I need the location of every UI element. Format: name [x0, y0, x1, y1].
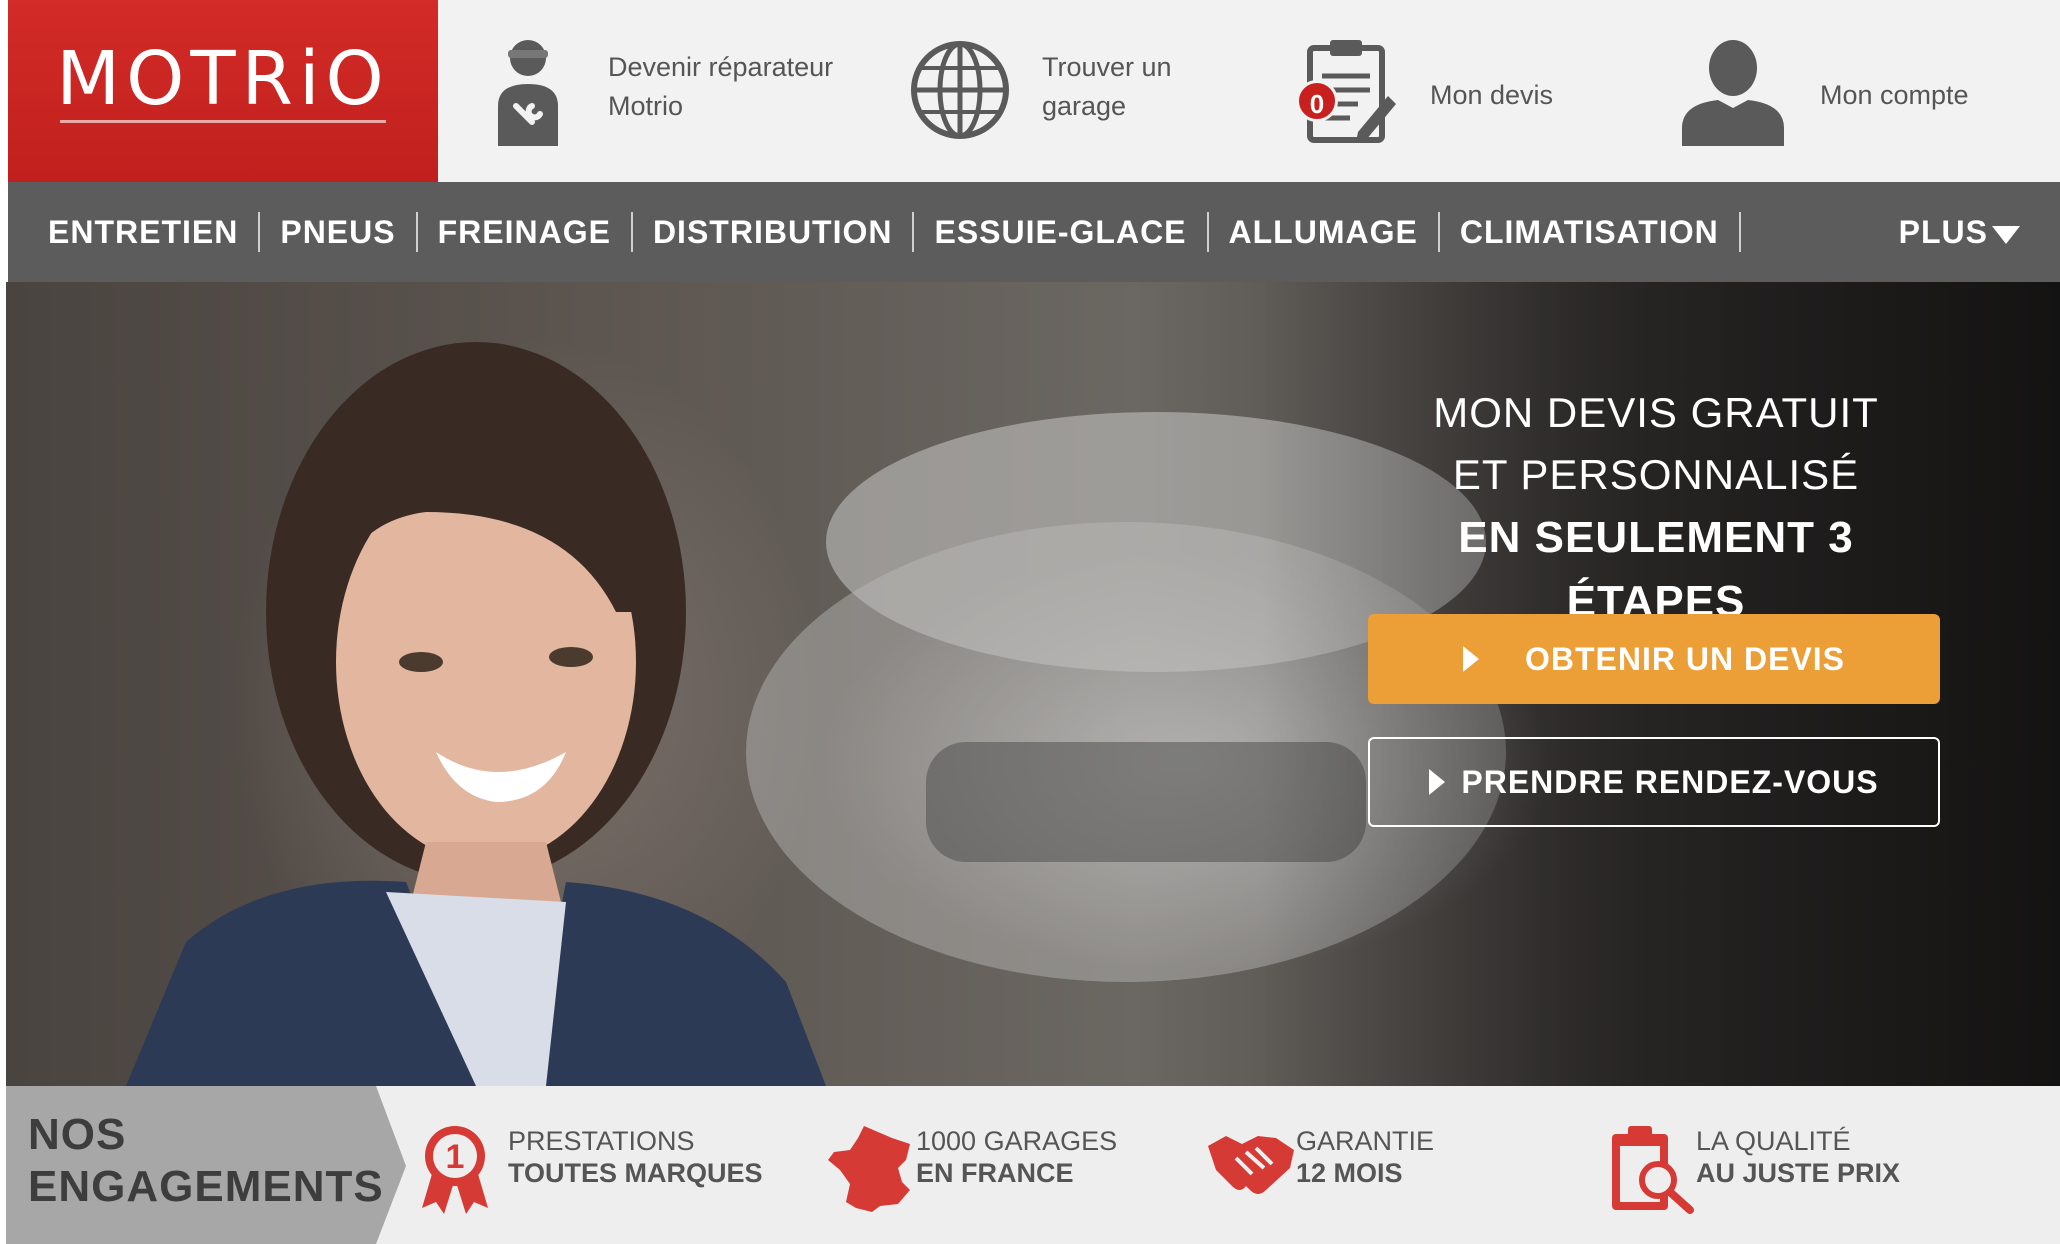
become-repairer-label: Devenir réparateur Motrio	[608, 52, 834, 121]
engagement-3-line-2: 12 MOIS	[1296, 1158, 1403, 1188]
award-ribbon-icon: 1	[418, 1124, 492, 1219]
hero-banner: MON DEVIS GRATUIT ET PERSONNALISÉ EN SEU…	[6, 282, 2060, 1086]
engagement-2-line-1: 1000 GARAGES	[916, 1126, 1118, 1156]
find-garage-label: Trouver un garage	[1042, 52, 1172, 121]
engagements-bar: NOS ENGAGEMENTS 1 PRESTATIONS TOUTES MAR…	[6, 1086, 2060, 1244]
engagement-all-brands: 1 PRESTATIONS TOUTES MARQUES	[418, 1086, 778, 1244]
nav-item-entretien[interactable]: ENTRETIEN	[28, 212, 261, 252]
hero-headline: MON DEVIS GRATUIT ET PERSONNALISÉ EN SEU…	[1366, 382, 1946, 634]
nav-item-pneus[interactable]: PNEUS	[260, 212, 418, 252]
engagements-title-line-1: NOS	[28, 1110, 127, 1159]
find-garage-link[interactable]: Trouver un garage	[908, 0, 1268, 182]
get-quote-button[interactable]: OBTENIR UN DEVIS	[1368, 614, 1940, 704]
hero-line-2: ET PERSONNALISÉ	[1452, 451, 1860, 498]
nav-item-essuie-glace[interactable]: ESSUIE-GLACE	[914, 212, 1209, 252]
nav-item-distribution[interactable]: DISTRIBUTION	[633, 212, 915, 252]
nav-item-climatisation[interactable]: CLIMATISATION	[1440, 212, 1741, 252]
book-appointment-label: PRENDRE RENDEZ-VOUS	[1461, 764, 1879, 800]
hero-line-1: MON DEVIS GRATUIT	[1433, 389, 1879, 436]
user-icon	[1678, 36, 1788, 146]
engagement-2-line-2: EN FRANCE	[916, 1158, 1074, 1188]
nav-more-dropdown[interactable]: PLUS	[1899, 212, 2020, 252]
clipboard-search-icon	[1606, 1124, 1696, 1219]
play-arrow-icon	[1462, 645, 1479, 672]
engagements-title-line-2: ENGAGEMENTS	[28, 1162, 384, 1211]
logo-underline	[60, 120, 386, 123]
chevron-down-icon	[1992, 225, 2020, 244]
book-appointment-button[interactable]: PRENDRE RENDEZ-VOUS	[1368, 737, 1940, 827]
engagement-1-line-2: TOUTES MARQUES	[508, 1158, 763, 1188]
engagements-title: NOS ENGAGEMENTS	[6, 1086, 406, 1244]
engagement-warranty: GARANTIE 12 MOIS	[1206, 1086, 1566, 1244]
france-map-icon	[826, 1124, 916, 1219]
site-header: MOTRiO Devenir réparateur Motrio Trouver…	[8, 0, 2060, 182]
get-quote-label: OBTENIR UN DEVIS	[1524, 641, 1846, 677]
mechanic-icon	[488, 36, 568, 146]
globe-icon	[908, 38, 1012, 142]
logo-text: MOTRiO	[56, 36, 390, 122]
svg-text:1: 1	[446, 1138, 465, 1176]
nav-item-allumage[interactable]: ALLUMAGE	[1209, 212, 1440, 252]
engagement-3-line-1: GARANTIE	[1296, 1126, 1435, 1156]
engagement-garages-france: 1000 GARAGES EN FRANCE	[826, 1086, 1186, 1244]
my-quote-label: Mon devis	[1430, 80, 1554, 110]
nav-item-freinage[interactable]: FREINAGE	[418, 212, 633, 252]
my-quote-link[interactable]: 0 Mon devis	[1288, 0, 1628, 182]
motrio-logo[interactable]: MOTRiO	[8, 0, 438, 182]
engagement-1-line-1: PRESTATIONS	[508, 1126, 695, 1156]
engagement-4-line-1: LA QUALITÉ	[1696, 1126, 1851, 1156]
become-repairer-link[interactable]: Devenir réparateur Motrio	[488, 0, 868, 182]
my-account-label: Mon compte	[1820, 80, 1969, 110]
play-arrow-icon	[1429, 768, 1446, 795]
quote-count-badge: 0	[1296, 80, 1338, 122]
main-nav: ENTRETIEN PNEUS FREINAGE DISTRIBUTION ES…	[8, 182, 2060, 282]
handshake-icon	[1206, 1124, 1296, 1209]
nav-more-label: PLUS	[1898, 214, 1988, 250]
engagement-quality-price: LA QUALITÉ AU JUSTE PRIX	[1606, 1086, 1986, 1244]
engagement-4-line-2: AU JUSTE PRIX	[1696, 1158, 1901, 1188]
my-account-link[interactable]: Mon compte	[1678, 0, 2038, 182]
